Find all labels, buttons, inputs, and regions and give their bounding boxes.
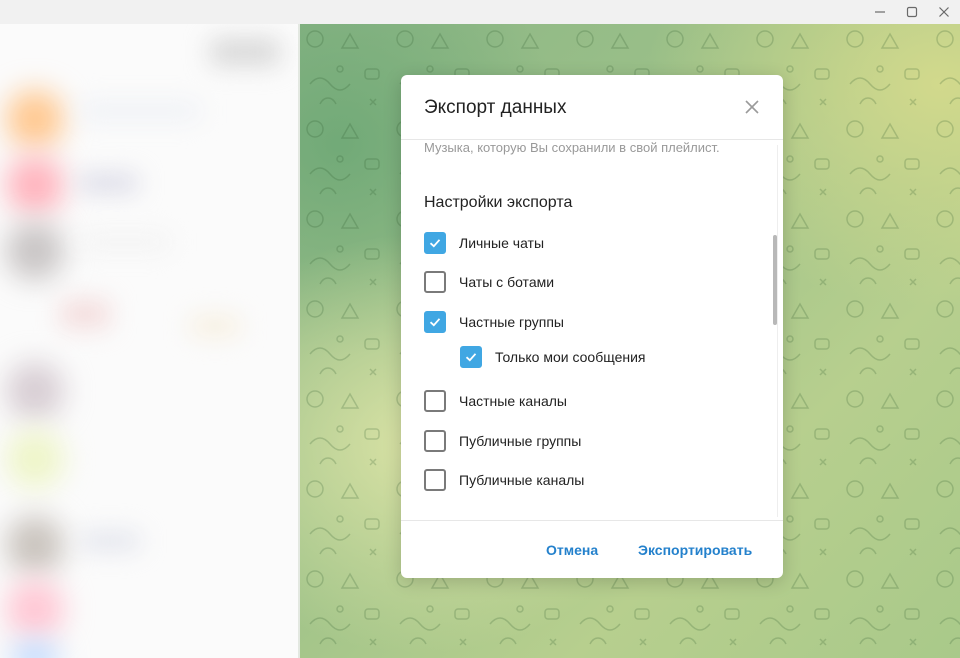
checkbox[interactable] — [424, 232, 446, 254]
maximize-button[interactable] — [896, 0, 928, 24]
avatar — [10, 642, 60, 658]
option-label: Частные группы — [459, 314, 564, 330]
window-titlebar — [0, 0, 960, 24]
avatar — [6, 156, 64, 214]
export-settings-title: Настройки экспорта — [424, 194, 573, 211]
option-label: Только мои сообщения — [495, 349, 646, 365]
option-public-groups[interactable]: Публичные группы — [424, 430, 581, 452]
window-close-button[interactable] — [928, 0, 960, 24]
option-public-channels[interactable]: Публичные каналы — [424, 469, 584, 491]
dialog-title: Экспорт данных — [424, 97, 567, 118]
checkbox[interactable] — [460, 346, 482, 368]
check-icon — [429, 239, 441, 248]
option-label: Публичные группы — [459, 433, 582, 449]
avatar — [6, 222, 64, 280]
export-data-dialog: Экспорт данных Музыка, которую Вы сохран… — [401, 75, 783, 578]
avatar — [6, 90, 64, 148]
option-label: Публичные каналы — [459, 472, 585, 488]
option-label: Частные каналы — [459, 393, 567, 409]
chat-list-sidebar — [0, 24, 298, 658]
music-description: Музыка, которую Вы сохранили в свой плей… — [424, 140, 720, 155]
check-icon — [465, 353, 477, 362]
search-bar-blur — [210, 38, 280, 66]
close-icon — [939, 7, 949, 17]
cancel-button[interactable]: Отмена — [546, 542, 598, 558]
checkbox[interactable] — [424, 469, 446, 491]
checkbox[interactable] — [424, 430, 446, 452]
export-button[interactable]: Экспортировать — [638, 542, 752, 558]
minimize-icon — [875, 11, 885, 13]
option-personal-chats[interactable]: Личные чаты — [424, 232, 544, 254]
checkbox[interactable] — [424, 311, 446, 333]
footer-divider — [401, 520, 783, 521]
option-label: Чаты с ботами — [459, 274, 555, 290]
dialog-close-button[interactable] — [741, 96, 763, 118]
avatar — [6, 430, 64, 488]
checkbox[interactable] — [424, 390, 446, 412]
option-private-channels[interactable]: Частные каналы — [424, 390, 567, 412]
maximize-icon — [906, 6, 918, 18]
option-only-my-messages[interactable]: Только мои сообщения — [460, 346, 646, 368]
scrollbar-track[interactable] — [777, 145, 778, 517]
avatar — [6, 516, 64, 574]
minimize-button[interactable] — [864, 0, 896, 24]
close-icon — [745, 100, 759, 114]
dialog-scroll-area[interactable]: Музыка, которую Вы сохранили в свой плей… — [401, 140, 783, 520]
option-private-groups[interactable]: Частные группы — [424, 311, 564, 333]
check-icon — [429, 318, 441, 327]
option-bot-chats[interactable]: Чаты с ботами — [424, 271, 554, 293]
option-label: Личные чаты — [459, 235, 545, 251]
checkbox[interactable] — [424, 271, 446, 293]
avatar — [6, 580, 64, 638]
avatar — [6, 362, 64, 420]
scrollbar-thumb[interactable] — [773, 235, 777, 325]
